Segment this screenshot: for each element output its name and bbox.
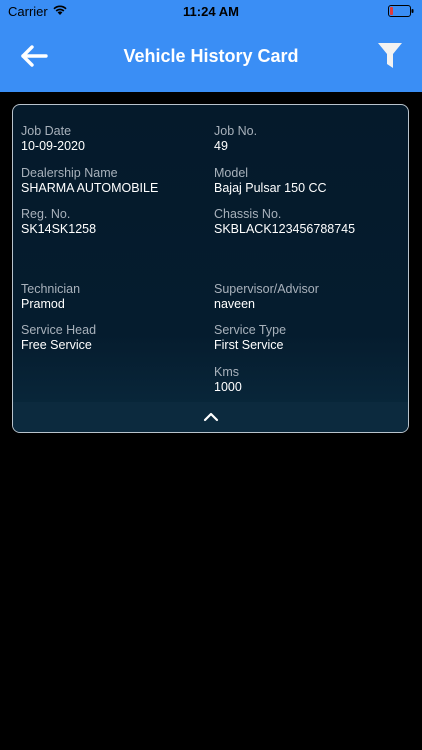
field-reg-no: Reg. No. SK14SK1258	[21, 207, 206, 237]
field-value: Bajaj Pulsar 150 CC	[214, 181, 327, 195]
field-label: Job Date	[21, 124, 72, 138]
field-label: Supervisor/Advisor	[214, 282, 319, 296]
battery-icon	[388, 5, 414, 17]
status-bar: Carrier 11:24 AM	[0, 0, 422, 22]
header: Carrier 11:24 AM Vehicle History Card	[0, 0, 422, 92]
field-job-date: Job Date 10-09-2020	[21, 124, 206, 154]
page-title: Vehicle History Card	[123, 46, 299, 66]
field-value: 10-09-2020	[21, 139, 85, 153]
field-value: SKBLACK123456788745	[214, 222, 356, 236]
field-supervisor-advisor: Supervisor/Advisor naveen	[214, 282, 399, 312]
field-service-type: Service Type First Service	[214, 323, 399, 353]
field-model: Model Bajaj Pulsar 150 CC	[214, 166, 399, 196]
field-label: Job No.	[214, 124, 258, 138]
field-chassis-no: Chassis No. SKBLACK123456788745	[214, 207, 399, 237]
field-label: Service Type	[214, 323, 287, 337]
screen: Carrier 11:24 AM Vehicle History Card Jo…	[0, 0, 422, 750]
field-label: Model	[214, 166, 249, 180]
field-dealership-name: Dealership Name SHARMA AUTOMOBILE	[21, 166, 206, 196]
vehicle-history-card: Job Date 10-09-2020 Job No. 49 Dealershi…	[12, 104, 409, 433]
field-label: Reg. No.	[21, 207, 71, 221]
field-job-no: Job No. 49	[214, 124, 399, 154]
field-technician: Technician Pramod	[21, 282, 206, 312]
field-label: Technician	[21, 282, 81, 296]
field-value: SHARMA AUTOMOBILE	[21, 181, 159, 195]
field-kms: Kms 1000	[214, 365, 399, 395]
field-label: Kms	[214, 365, 239, 379]
field-value: First Service	[214, 338, 284, 352]
field-label: Dealership Name	[21, 166, 118, 180]
filter-button[interactable]	[374, 40, 406, 72]
status-time: 11:24 AM	[183, 4, 239, 19]
filter-icon	[378, 43, 402, 68]
field-label: Service Head	[21, 323, 97, 337]
chevron-up-icon	[203, 412, 218, 422]
collapse-button[interactable]	[13, 402, 408, 432]
field-value: naveen	[214, 297, 256, 311]
field-value: SK14SK1258	[21, 222, 97, 236]
field-value: Pramod	[21, 297, 65, 311]
field-value: 1000	[214, 380, 242, 394]
nav-bar: Vehicle History Card	[0, 22, 422, 92]
field-value: Free Service	[21, 338, 92, 352]
field-value: 49	[214, 139, 228, 153]
field-service-head: Service Head Free Service	[21, 323, 206, 353]
field-label: Chassis No.	[214, 207, 282, 221]
